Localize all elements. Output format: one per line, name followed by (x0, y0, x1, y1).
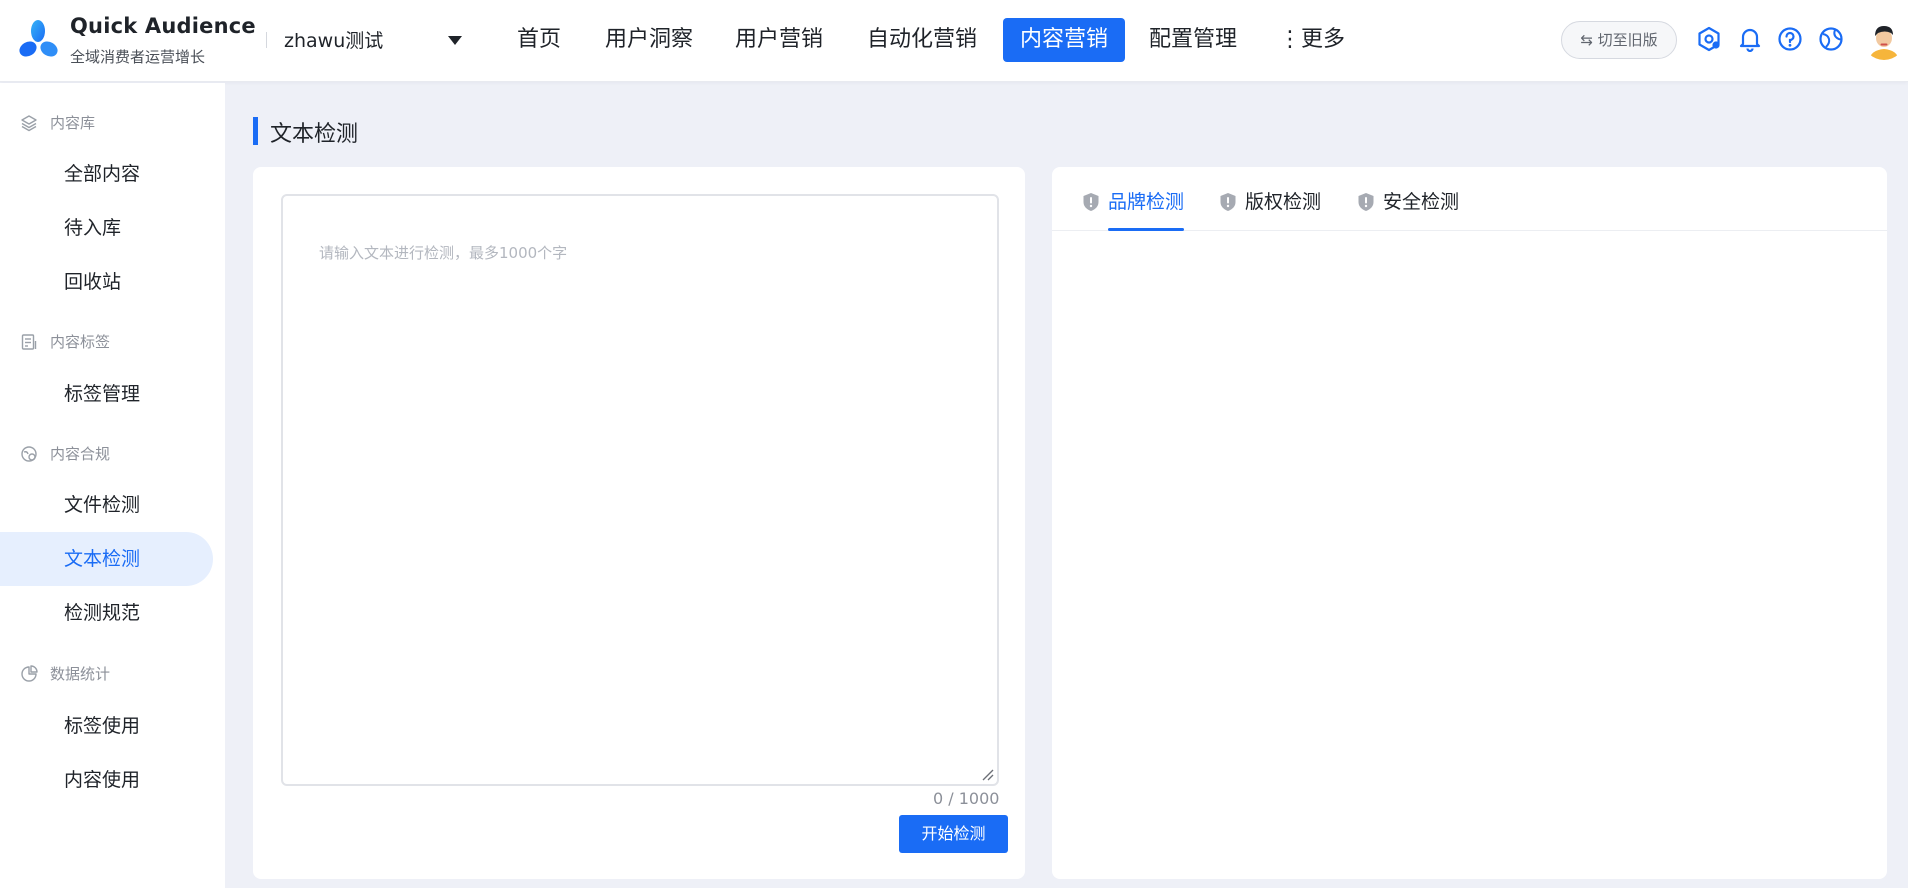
quick-audience-logo[interactable] (18, 18, 60, 60)
compliance-icon (21, 446, 37, 462)
page-title-accent (253, 117, 258, 145)
sidebar-item-text-detection[interactable]: 文本检测 (0, 532, 213, 586)
detection-tabs: 品牌检测 版权检测 安全检测 (1052, 167, 1887, 231)
workspace-selector[interactable]: zhawu测试 (284, 26, 383, 53)
page-title: 文本检测 (270, 122, 359, 147)
active-tab-indicator (1108, 228, 1184, 231)
resize-handle-icon[interactable] (980, 767, 994, 781)
help-icon[interactable] (1777, 26, 1803, 52)
sidebar-item-recycle-bin[interactable]: 回收站 (0, 255, 213, 309)
tab-label: 品牌检测 (1108, 191, 1185, 213)
brand-subtitle: 全域消费者运营增长 (70, 48, 206, 66)
tab-label: 安全检测 (1383, 191, 1460, 213)
nav-content-marketing[interactable]: 内容营销 (1003, 18, 1126, 62)
sidebar-group-label: 内容库 (50, 114, 96, 132)
layers-icon (21, 115, 37, 132)
sidebar-item-tag-usage[interactable]: 标签使用 (0, 699, 213, 753)
nav-home[interactable]: 首页 (500, 18, 578, 62)
sidebar-item-tag-management[interactable]: 标签管理 (0, 367, 213, 421)
sidebar-item-content-usage[interactable]: 内容使用 (0, 753, 213, 807)
nav-user-insight[interactable]: 用户洞察 (588, 18, 710, 62)
sidebar-item-pending[interactable]: 待入库 (0, 201, 213, 255)
nav-automation-marketing[interactable]: 自动化营销 (850, 18, 994, 62)
sidebar-group-label: 内容标签 (50, 333, 111, 351)
nav-config-management[interactable]: 配置管理 (1132, 18, 1254, 62)
shield-icon (1220, 193, 1236, 211)
shield-icon (1083, 193, 1099, 211)
sidebar-item-detection-rules[interactable]: 检测规范 (0, 586, 213, 640)
workspace-divider (266, 32, 267, 48)
detection-result-card: 品牌检测 版权检测 安全检测 (1052, 167, 1887, 879)
tag-doc-icon (21, 334, 37, 350)
pie-chart-icon (21, 665, 38, 682)
character-counter: 0 / 1000 (933, 789, 1000, 808)
input-placeholder: 请输入文本进行检测，最多1000个字 (319, 244, 568, 262)
sidebar-item-all-content[interactable]: 全部内容 (0, 147, 213, 201)
globe-icon[interactable] (1818, 26, 1844, 52)
sidebar-item-file-detection[interactable]: 文件检测 (0, 478, 213, 532)
tab-label: 版权检测 (1245, 191, 1322, 213)
sidebar-group-label: 内容合规 (50, 445, 111, 463)
top-navigation-bar: Quick Audience 全域消费者运营增长 zhawu测试 首页 用户洞察… (0, 0, 1908, 82)
shield-icon (1358, 193, 1374, 211)
settings-hex-icon[interactable] (1696, 26, 1722, 52)
nav-more[interactable]: ⋮更多 (1262, 18, 1362, 62)
brand-name: Quick Audience (70, 14, 256, 38)
start-detection-button[interactable]: 开始检测 (899, 815, 1008, 853)
text-input-card: 请输入文本进行检测，最多1000个字 0 / 1000 开始检测 (253, 167, 1025, 879)
switch-old-version-button[interactable]: ⇆ 切至旧版 (1561, 21, 1677, 59)
user-avatar[interactable] (1863, 18, 1905, 60)
bell-icon[interactable] (1737, 26, 1763, 52)
sidebar: 内容库 全部内容 待入库 回收站 内容标签 标签管理 内容合规 文件检测 文本检… (0, 83, 225, 888)
text-detection-input[interactable]: 请输入文本进行检测，最多1000个字 (281, 194, 999, 786)
nav-user-marketing[interactable]: 用户营销 (718, 18, 840, 62)
sidebar-group-label: 数据统计 (50, 665, 111, 683)
caret-down-icon[interactable] (448, 36, 462, 45)
